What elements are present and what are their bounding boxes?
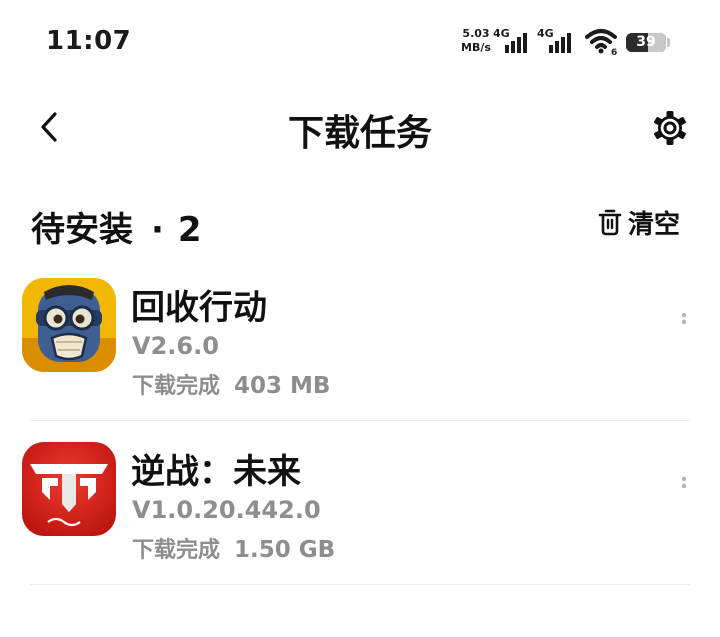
app-name: 逆战：未来 [131,452,301,492]
sim2-signal-icon: 4G [537,27,579,55]
battery-cap [667,38,670,47]
divider [30,420,690,421]
list-item[interactable]: 逆战：未来 V1.0.20.442.0 下载完成 1.50 GB [0,440,720,604]
network-speed-value: 5.03 [462,27,490,40]
download-status: 下载完成 403 MB [132,368,330,400]
clear-all-button[interactable]: 清空 [598,204,680,240]
more-options-button[interactable] [672,470,696,500]
section-separator: · [151,210,164,250]
app-version: V2.6.0 [132,332,219,360]
more-vertical-icon [681,476,687,489]
file-size: 403 MB [234,373,331,399]
trash-icon [598,209,622,236]
battery-level: 39 [636,34,656,50]
wifi-generation: 6 [611,48,617,56]
download-status: 下载完成 1.50 GB [132,532,335,564]
file-size: 1.50 GB [234,537,336,563]
settings-button[interactable] [648,106,692,150]
more-options-button[interactable] [672,306,696,336]
page-title: 下载任务 [287,113,432,154]
battery-icon: 39 [626,33,666,52]
status-label: 下载完成 [132,374,221,399]
status-bar: 11:07 5.03 MB/s 4G 4G 6 39 [0,0,720,80]
status-time: 11:07 [46,26,132,56]
pending-count: 2 [177,210,202,250]
divider [30,584,690,585]
sim1-signal-icon: 4G [493,27,535,55]
network-speed-unit: MB/s [461,41,491,54]
network-speed: 5.03 MB/s [456,27,496,55]
app-name: 回收行动 [131,288,267,328]
game-logo-icon [22,442,116,536]
gear-icon [654,111,686,145]
wifi-icon: 6 [585,29,617,56]
clear-all-label: 清空 [628,209,681,240]
section-header: 待安装 · 2 [31,202,202,251]
app-version: V1.0.20.442.0 [132,496,321,524]
list-item[interactable]: 回收行动 V2.6.0 下载完成 403 MB [0,276,720,440]
download-task-list: 回收行动 V2.6.0 下载完成 403 MB 逆战：未来 V1.0.20.44… [0,276,720,604]
status-label: 下载完成 [132,538,221,563]
section-title: 待安装 [31,210,133,250]
more-vertical-icon [681,312,687,325]
game-character-icon [22,278,116,372]
